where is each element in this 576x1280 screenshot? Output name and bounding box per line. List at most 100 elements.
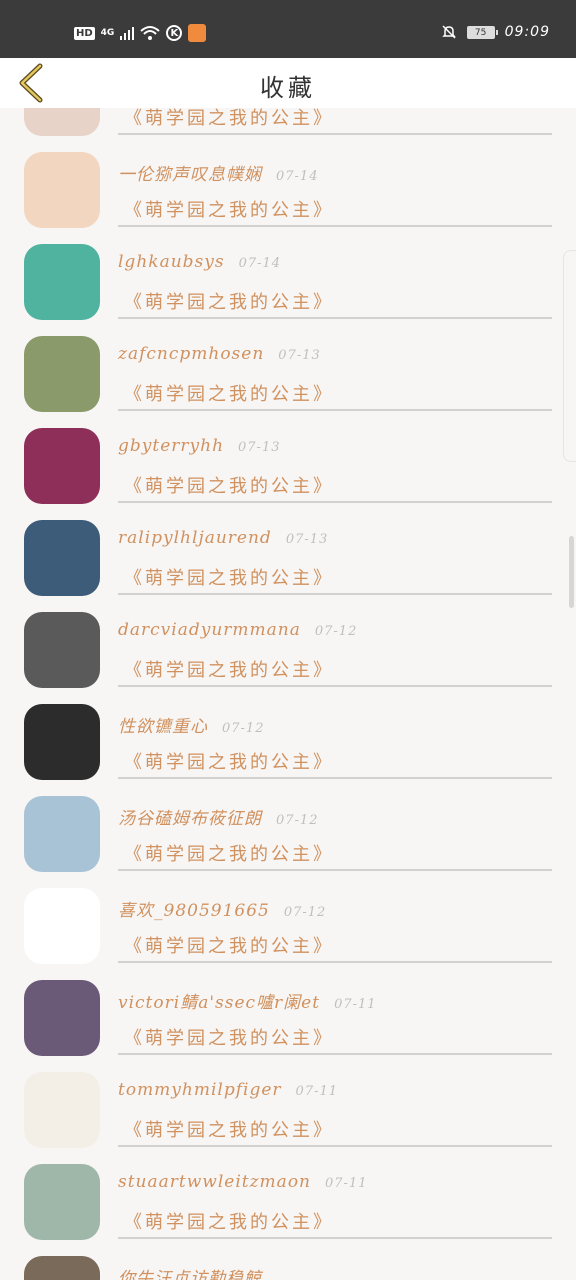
- user-name: 喜欢_980591665 07-12: [118, 896, 326, 921]
- book-title[interactable]: 《萌学园之我的公主》: [124, 472, 334, 498]
- user-name-text: 一伦猕声叹息幞娴: [118, 165, 262, 185]
- favorite-date: 07-12: [222, 721, 265, 736]
- wifi-icon: [140, 26, 160, 40]
- book-title[interactable]: 《萌学园之我的公主》: [124, 196, 334, 222]
- hd-badge: HD: [74, 26, 95, 40]
- favorites-list[interactable]: 《萌学园之我的公主》 一伦猕声叹息幞娴 07-14 《萌学园之我的公主》 lghkaub…: [0, 108, 576, 1280]
- book-title[interactable]: 《萌学园之我的公主》: [124, 1024, 334, 1050]
- avatar[interactable]: [24, 1072, 100, 1148]
- user-name: gbyterryhh 07-13: [118, 436, 281, 456]
- book-title[interactable]: 《萌学园之我的公主》: [124, 288, 334, 314]
- favorite-date: 07-14: [276, 169, 319, 184]
- divider: [118, 593, 552, 595]
- favorite-date: 07-12: [283, 905, 327, 920]
- divider: [118, 1053, 552, 1055]
- book-title[interactable]: 《萌学园之我的公主》: [124, 108, 334, 130]
- avatar[interactable]: [24, 108, 100, 136]
- user-name: zafcncpmhosen 07-13: [118, 344, 321, 364]
- divider: [118, 317, 552, 319]
- divider: [118, 1145, 552, 1147]
- user-name-text: 你牛汪贞访勤稳鲸: [118, 1269, 262, 1280]
- page-title: 收藏: [260, 74, 316, 102]
- list-item[interactable]: stuaartwwleitzmaon 07-11 《萌学园之我的公主》: [0, 1150, 576, 1242]
- k-app-icon: K: [166, 25, 183, 41]
- avatar[interactable]: [24, 612, 100, 688]
- user-name-text: stuaartwwleitzmaon: [118, 1172, 311, 1192]
- favorite-date: 07-13: [285, 532, 329, 547]
- avatar[interactable]: [24, 980, 100, 1056]
- favorite-date: 07-11: [334, 997, 377, 1012]
- mute-bell-icon: [441, 25, 456, 39]
- user-name-text: 汤谷磕姆布莜征朗: [118, 809, 262, 829]
- title-bar: 收藏: [0, 58, 576, 108]
- user-name-text: darcviadyurmmana: [118, 620, 301, 640]
- book-title[interactable]: 《萌学园之我的公主》: [124, 748, 334, 774]
- favorite-date: 07-13: [278, 348, 321, 363]
- favorite-date: 07-11: [325, 1176, 368, 1191]
- user-name: 你牛汪贞访勤稳鲸: [118, 1264, 276, 1280]
- book-title[interactable]: 《萌学园之我的公主》: [124, 1208, 334, 1234]
- list-item[interactable]: victori鲭a'ssec嚧r阑et 07-11 《萌学园之我的公主》: [0, 966, 576, 1058]
- user-name: ralipylhljaurend 07-13: [118, 528, 328, 548]
- user-name-text: zafcncpmhosen: [118, 344, 265, 364]
- status-left: HD 4G K: [74, 24, 207, 42]
- list-item[interactable]: 你牛汪贞访勤稳鲸《萌学园之我的公主》: [0, 1242, 576, 1280]
- avatar[interactable]: [24, 796, 100, 872]
- divider: [118, 225, 552, 227]
- user-name: darcviadyurmmana 07-12: [118, 620, 357, 640]
- book-title[interactable]: 《萌学园之我的公主》: [124, 932, 334, 958]
- user-name: 性欲镳重心 07-12: [118, 712, 264, 737]
- list-item[interactable]: lghkaubsys 07-14 《萌学园之我的公主》: [0, 230, 576, 322]
- user-name-text: 喜欢_980591665: [118, 901, 270, 921]
- list-item[interactable]: gbyterryhh 07-13 《萌学园之我的公主》: [0, 414, 576, 506]
- user-name: lghkaubsys 07-14: [118, 252, 281, 272]
- status-right: 75 09:09: [441, 24, 550, 40]
- avatar[interactable]: [24, 1256, 100, 1280]
- user-name-text: victori鲭a'ssec嚧r阑et: [118, 993, 321, 1013]
- list-item[interactable]: 汤谷磕姆布莜征朗 07-12 《萌学园之我的公主》: [0, 782, 576, 874]
- battery-icon: 75: [466, 25, 498, 39]
- list-item[interactable]: ralipylhljaurend 07-13 《萌学园之我的公主》: [0, 506, 576, 598]
- avatar[interactable]: [24, 152, 100, 228]
- favorite-date: 07-14: [238, 256, 282, 271]
- status-bar: HD 4G K 75 09:09: [0, 0, 576, 58]
- user-name-text: ralipylhljaurend: [118, 528, 272, 548]
- signal-icon: [120, 27, 135, 40]
- network-label: 4G: [100, 28, 115, 38]
- avatar[interactable]: [24, 520, 100, 596]
- divider: [118, 501, 552, 503]
- scrollbar[interactable]: [569, 536, 574, 608]
- user-name-text: tommyhmilpfiger: [118, 1080, 282, 1100]
- list-content: 《萌学园之我的公主》 一伦猕声叹息幞娴 07-14 《萌学园之我的公主》 lghkaub…: [0, 108, 576, 1280]
- avatar[interactable]: [24, 1164, 100, 1240]
- book-title[interactable]: 《萌学园之我的公主》: [124, 380, 334, 406]
- list-item[interactable]: tommyhmilpfiger 07-11 《萌学园之我的公主》: [0, 1058, 576, 1150]
- notification-app-icon: [188, 24, 207, 42]
- divider: [118, 869, 552, 871]
- user-name-text: lghkaubsys: [118, 252, 225, 272]
- book-title[interactable]: 《萌学园之我的公主》: [124, 840, 334, 866]
- list-item[interactable]: darcviadyurmmana 07-12 《萌学园之我的公主》: [0, 598, 576, 690]
- book-title[interactable]: 《萌学园之我的公主》: [124, 656, 334, 682]
- user-name: 汤谷磕姆布莜征朗 07-12: [118, 804, 318, 829]
- divider: [118, 685, 552, 687]
- book-title[interactable]: 《萌学园之我的公主》: [124, 564, 334, 590]
- list-item[interactable]: 《萌学园之我的公主》: [0, 108, 576, 138]
- favorite-date: 07-12: [276, 813, 319, 828]
- user-name: 一伦猕声叹息幞娴 07-14: [118, 160, 318, 185]
- avatar[interactable]: [24, 336, 100, 412]
- book-title[interactable]: 《萌学园之我的公主》: [124, 1116, 334, 1142]
- list-item[interactable]: zafcncpmhosen 07-13 《萌学园之我的公主》: [0, 322, 576, 414]
- clock: 09:09: [504, 24, 550, 40]
- avatar[interactable]: [24, 888, 100, 964]
- avatar[interactable]: [24, 428, 100, 504]
- list-item[interactable]: 喜欢_980591665 07-12 《萌学园之我的公主》: [0, 874, 576, 966]
- user-name: stuaartwwleitzmaon 07-11: [118, 1172, 367, 1192]
- list-item[interactable]: 一伦猕声叹息幞娴 07-14 《萌学园之我的公主》: [0, 138, 576, 230]
- list-item[interactable]: 性欲镳重心 07-12 《萌学园之我的公主》: [0, 690, 576, 782]
- side-panel-handle[interactable]: [563, 250, 576, 462]
- divider: [118, 961, 552, 963]
- divider: [118, 1237, 552, 1239]
- avatar[interactable]: [24, 244, 100, 320]
- avatar[interactable]: [24, 704, 100, 780]
